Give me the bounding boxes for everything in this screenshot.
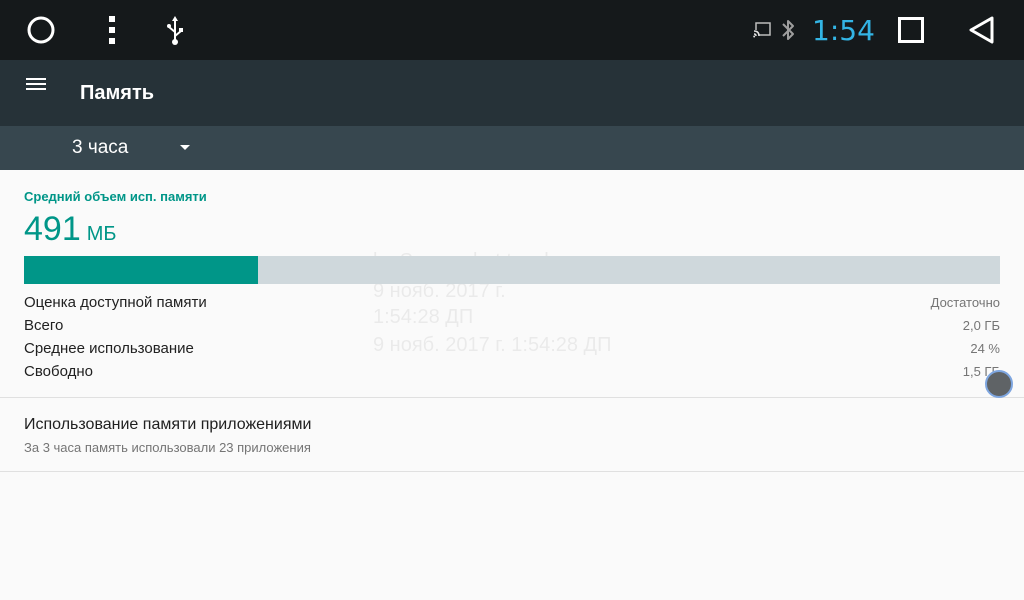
stat-label: Свободно [24,363,93,380]
period-spinner[interactable]: 3 часа [56,126,206,170]
divider [0,471,1024,472]
stat-row: Среднее использование 24 % [24,337,1000,360]
memory-content: by Screenshot touch 9 нояб. 2017 г. 1:54… [0,170,1024,600]
period-spinner-label: 3 часа [72,137,129,158]
stat-label: Всего [24,317,64,334]
page-title: Память [80,82,155,104]
screenshot-touch-floating-icon[interactable] [985,370,1013,398]
app-memory-usage-title: Использование памяти приложениями [24,416,312,433]
status-bar: 1:54 [0,0,1024,60]
avg-memory-unit: МБ [86,223,117,245]
avg-memory-value: 491 МБ [24,210,117,249]
app-memory-usage-subtitle: За 3 часа память использовали 23 приложе… [24,440,311,455]
period-bar: 3 часа [0,126,1024,170]
overflow-menu-icon[interactable] [104,0,120,60]
stat-row: Свободно 1,5 ГБ [24,360,1000,383]
app-memory-usage-item[interactable]: Использование памяти приложениями За 3 ч… [0,398,1024,471]
home-circle-icon[interactable] [26,0,56,60]
usb-icon [164,0,186,60]
stat-label: Среднее использование [24,340,194,357]
dropdown-arrow-icon [180,145,190,150]
clock: 1:54 [812,14,875,47]
cast-icon [752,0,772,60]
stat-value: 24 % [970,341,1000,356]
stat-row: Всего 2,0 ГБ [24,314,1000,337]
avg-memory-number: 491 [24,210,81,248]
bluetooth-icon [778,0,798,60]
stat-row: Оценка доступной памяти Достаточно [24,291,1000,314]
app-bar: Память [0,60,1024,126]
avg-memory-title: Средний объем исп. памяти [24,189,207,204]
recents-square-icon[interactable] [896,0,926,60]
stat-value: Достаточно [930,295,1000,310]
hamburger-menu-icon[interactable] [16,70,56,98]
stat-value: 2,0 ГБ [962,318,1000,333]
memory-usage-bar [24,256,1000,284]
stat-label: Оценка доступной памяти [24,294,207,311]
memory-usage-fill [24,256,259,284]
back-triangle-icon[interactable] [966,0,996,60]
